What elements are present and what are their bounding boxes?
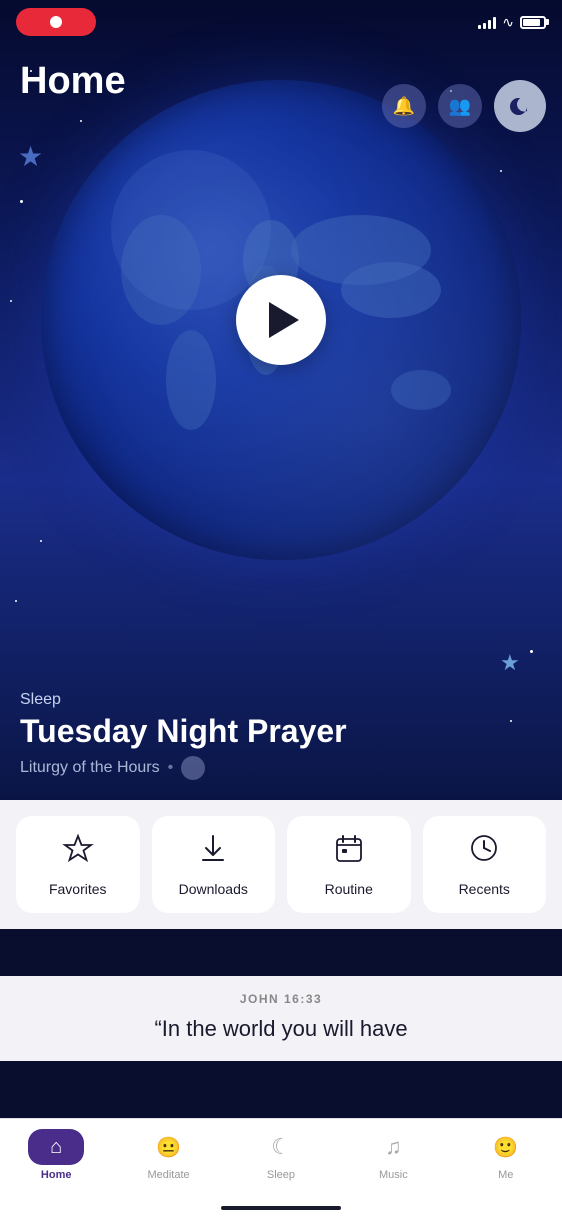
people-icon: 👥 [449, 96, 471, 117]
record-dot [50, 16, 62, 28]
calendar-icon [333, 832, 365, 871]
quick-access-section: Favorites Downloads [0, 800, 562, 929]
nav-me[interactable]: 🙂 Me [466, 1129, 546, 1181]
record-button[interactable] [16, 8, 96, 36]
community-button[interactable]: 👥 [438, 84, 482, 128]
decorative-star-left: ★ [18, 140, 43, 173]
nav-music-label: Music [379, 1169, 408, 1181]
clock-icon [468, 832, 500, 871]
status-bar-right: ∿ [478, 14, 546, 31]
home-nav-icon: ⌂ [50, 1136, 62, 1159]
play-button[interactable] [236, 275, 326, 365]
verse-reference: JOHN 16:33 [240, 992, 322, 1006]
decorative-star-right: ★ [500, 650, 520, 676]
download-icon [197, 832, 229, 871]
nav-home-label: Home [41, 1169, 72, 1181]
progress-indicator [181, 756, 205, 780]
recents-label: Recents [459, 881, 510, 897]
nav-music[interactable]: ♫ Music [353, 1129, 433, 1181]
recents-button[interactable]: Recents [423, 816, 547, 913]
home-indicator [221, 1206, 341, 1210]
hero-subtitle: Liturgy of the Hours • [20, 756, 542, 780]
quick-access-grid: Favorites Downloads [16, 816, 546, 913]
favorites-button[interactable]: Favorites [16, 816, 140, 913]
verse-text: “In the world you will have [154, 1014, 407, 1045]
nav-sleep-label: Sleep [267, 1169, 295, 1181]
music-nav-icon: ♫ [385, 1134, 402, 1160]
moon-icon [505, 91, 535, 121]
bottom-navigation: ⌂ Home 😐 Meditate ☾ Sleep ♫ Music 🙂 Me [0, 1118, 562, 1218]
status-bar-left [16, 8, 96, 36]
downloads-label: Downloads [179, 881, 248, 897]
star-icon [62, 832, 94, 871]
nav-meditate[interactable]: 😐 Meditate [129, 1129, 209, 1181]
home-title-area: Home [20, 60, 126, 103]
bell-icon: 🔔 [393, 96, 415, 117]
meditate-nav-icon: 😐 [156, 1135, 181, 1160]
hero-section: ★ ★ [0, 0, 562, 800]
verse-section: JOHN 16:33 “In the world you will have [0, 976, 562, 1061]
hero-category: Sleep [20, 691, 542, 709]
hero-title-area: Sleep Tuesday Night Prayer Liturgy of th… [20, 691, 542, 780]
nav-me-label: Me [498, 1169, 513, 1181]
battery-icon [520, 16, 546, 29]
page-title: Home [20, 60, 126, 103]
nav-sleep[interactable]: ☾ Sleep [241, 1129, 321, 1181]
status-bar: ∿ [0, 0, 562, 44]
me-nav-icon: 🙂 [493, 1135, 518, 1160]
nav-home[interactable]: ⌂ Home [16, 1129, 96, 1181]
header-icons: 🔔 👥 [382, 80, 546, 132]
nav-meditate-label: Meditate [147, 1169, 189, 1181]
theme-button[interactable] [494, 80, 546, 132]
signal-icon [478, 15, 496, 29]
routine-button[interactable]: Routine [287, 816, 411, 913]
routine-label: Routine [325, 881, 373, 897]
downloads-button[interactable]: Downloads [152, 816, 276, 913]
hero-title: Tuesday Night Prayer [20, 713, 542, 750]
play-triangle-icon [269, 302, 299, 338]
sleep-nav-icon: ☾ [271, 1134, 291, 1160]
favorites-label: Favorites [49, 881, 107, 897]
notifications-button[interactable]: 🔔 [382, 84, 426, 128]
wifi-icon: ∿ [502, 14, 514, 31]
globe [41, 80, 521, 560]
